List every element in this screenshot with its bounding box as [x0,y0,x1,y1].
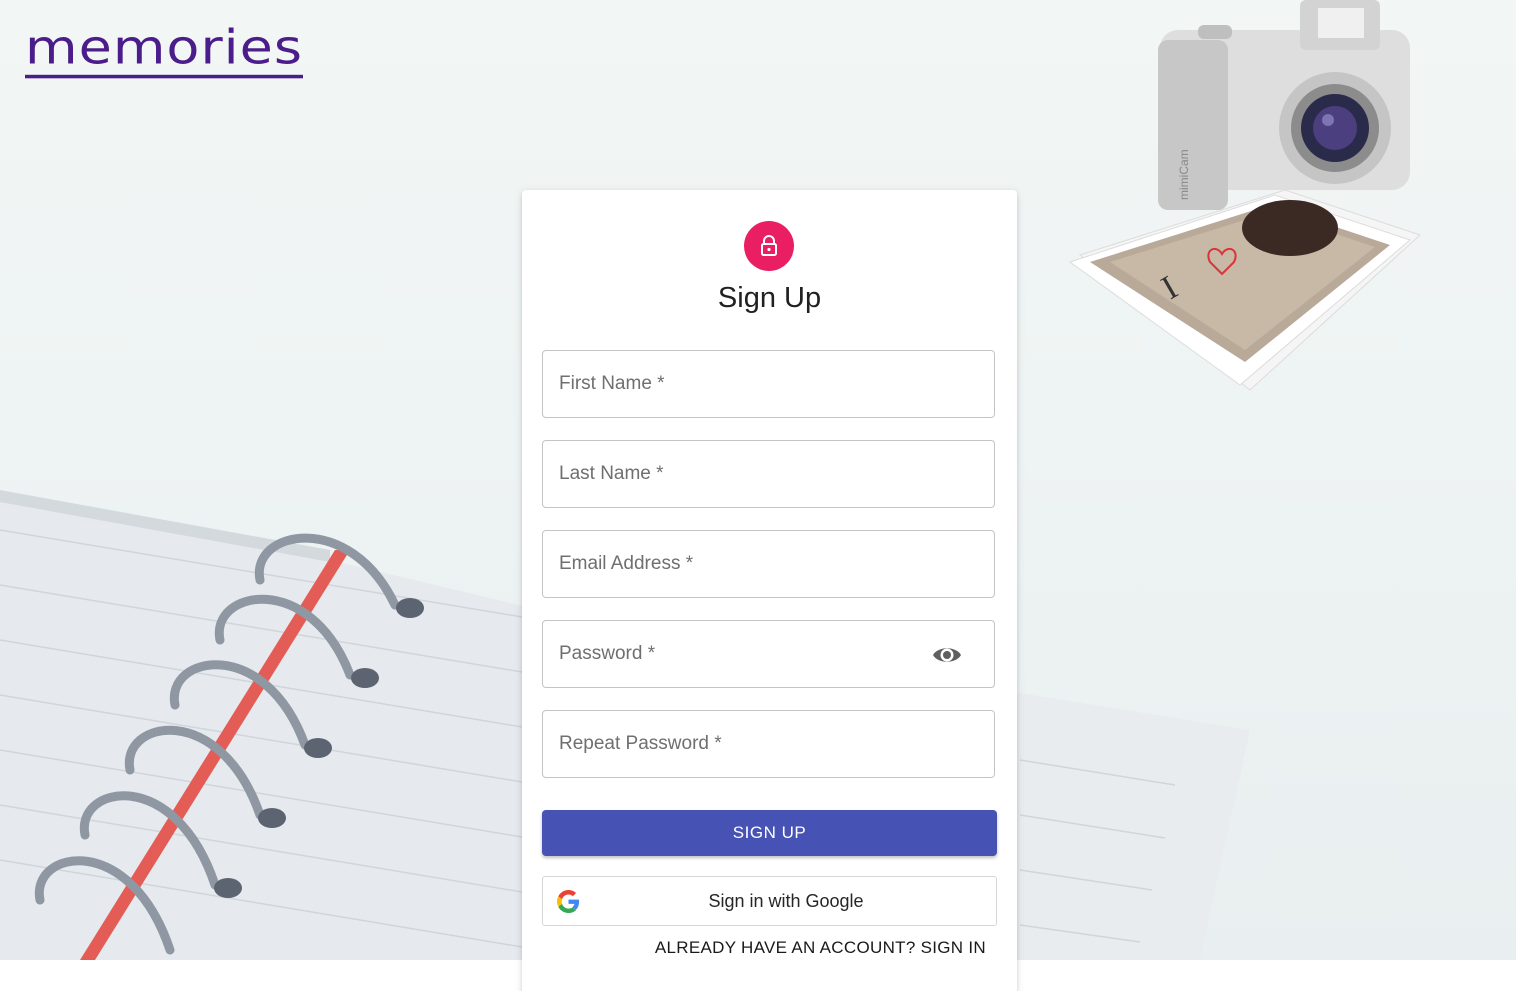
sign-in-link[interactable]: ALREADY HAVE AN ACCOUNT? SIGN IN [655,938,986,958]
lock-avatar [744,221,794,271]
google-signin-button[interactable]: Sign in with Google [542,876,997,926]
app-logo[interactable]: memories [25,22,304,79]
signup-card: Sign Up First Name * Last Name * Email A… [522,190,1017,991]
svg-text:mimiCam: mimiCam [1177,149,1191,200]
eye-icon[interactable] [932,642,962,668]
sign-up-button[interactable]: SIGN UP [542,810,997,856]
repeat-password-field[interactable]: Repeat Password * [542,710,995,778]
password-label: Password * [559,643,656,664]
first-name-field[interactable]: First Name * [542,350,995,418]
lock-icon [761,235,777,256]
repeat-password-label: Repeat Password * [559,733,722,754]
google-signin-label: Sign in with Google [708,891,864,911]
notebook-page-illustration [1000,690,1250,960]
camera-illustration: I mimiCam [1068,0,1421,391]
email-field[interactable]: Email Address * [542,530,995,598]
notebook-illustration [0,490,540,960]
password-field[interactable]: Password * [542,620,995,688]
last-name-field[interactable]: Last Name * [542,440,995,508]
email-label: Email Address * [559,553,694,574]
page-title: Sign Up [717,282,822,314]
last-name-label: Last Name * [559,463,664,484]
first-name-label: First Name * [559,373,665,394]
